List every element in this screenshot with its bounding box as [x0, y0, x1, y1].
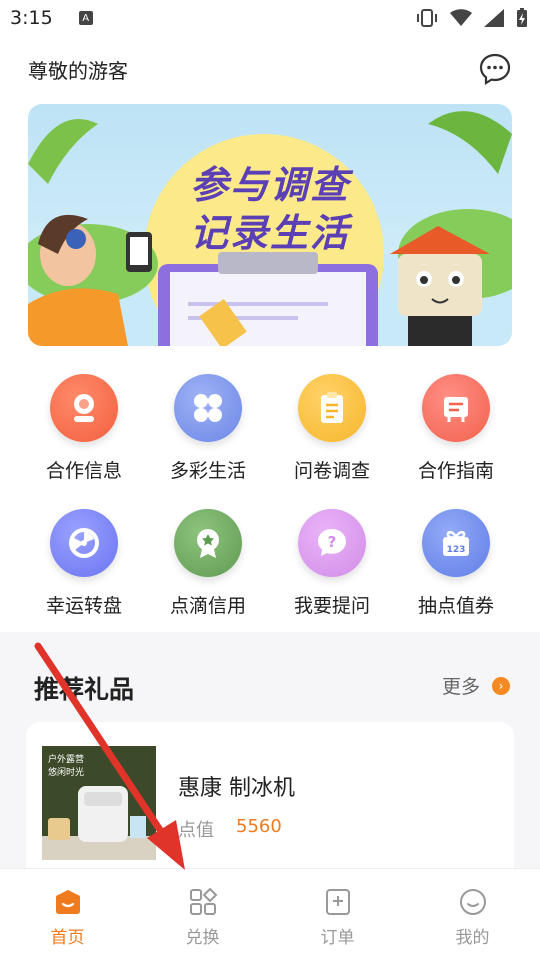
feature-grid-section: 合作信息 多彩生活 问卷调查 合作指南 幸运转盘 点滴信用 ? 我要提问 123… [0, 360, 540, 632]
product-image-caption-2: 悠闲时光 [48, 768, 85, 778]
feature-label: 点滴信用 [169, 595, 246, 617]
feature-lucky-wheel[interactable]: 幸运转盘 [22, 509, 146, 618]
status-time: 3:15 [10, 7, 53, 29]
feature-credit[interactable]: 点滴信用 [146, 509, 270, 618]
feature-label: 合作指南 [417, 460, 494, 482]
feature-label: 问卷调查 [293, 460, 370, 482]
tab-label: 订单 [320, 928, 355, 948]
vibrate-icon [417, 9, 437, 27]
order-icon [325, 889, 350, 915]
banner-title-line2: 记录生活 [189, 211, 350, 255]
question-icon: ? [298, 509, 366, 577]
smile-user-icon [459, 889, 486, 915]
gift-coupon-icon: 123 [422, 509, 490, 577]
survey-banner[interactable]: 参与调查 记录生活 [28, 104, 512, 346]
guide-icon [422, 374, 490, 442]
points-label: 点值 [178, 820, 214, 841]
more-link[interactable]: 更多 › [442, 672, 510, 699]
tab-mine[interactable]: 我的 [405, 869, 540, 960]
status-bar: 3:15 A [0, 0, 540, 36]
tab-orders[interactable]: 订单 [270, 869, 405, 960]
tab-label: 我的 [455, 928, 490, 948]
feature-label: 幸运转盘 [45, 595, 122, 617]
product-card[interactable]: 户外露营 悠闲时光 惠康 制冰机 点值 5560 [26, 722, 514, 882]
feature-cooperation-guide[interactable]: 合作指南 [394, 374, 518, 483]
award-icon [174, 509, 242, 577]
bottom-tab-bar: 首页 兑换 订单 我的 [0, 868, 540, 960]
exchange-icon [189, 887, 217, 915]
banner-section: 参与调查 记录生活 [0, 102, 540, 360]
greeting-text: 尊敬的游客 [28, 58, 128, 83]
feature-label: 抽点值券 [417, 595, 494, 617]
recommend-section: 推荐礼品 更多 › 户外露营 悠闲时光 惠康 制冰机 点值 5560 [0, 632, 540, 882]
wifi-icon [450, 9, 472, 26]
banner-title-line1: 参与调查 [189, 163, 350, 207]
grid-flower-icon [174, 374, 242, 442]
svg-text:?: ? [328, 533, 337, 551]
svg-text:123: 123 [447, 545, 466, 555]
recommend-title: 推荐礼品 [34, 675, 135, 704]
signal-icon [484, 9, 504, 27]
feature-draw-coupon[interactable]: 123 抽点值券 [394, 509, 518, 618]
feature-cooperation-info[interactable]: 合作信息 [22, 374, 146, 483]
feature-ask-question[interactable]: ? 我要提问 [270, 509, 394, 618]
feature-label: 多彩生活 [169, 460, 246, 482]
home-icon [55, 890, 80, 914]
clipboard-icon [298, 374, 366, 442]
points-value: 5560 [236, 816, 282, 837]
product-name: 惠康 制冰机 [178, 776, 295, 801]
product-image: 户外露营 悠闲时光 [42, 746, 156, 860]
tab-label: 兑换 [185, 928, 220, 948]
wheel-icon [50, 509, 118, 577]
feature-questionnaire[interactable]: 问卷调查 [270, 374, 394, 483]
message-icon[interactable] [478, 52, 512, 86]
tab-home[interactable]: 首页 [0, 869, 135, 960]
feature-label: 我要提问 [293, 595, 370, 617]
product-image-caption-1: 户外露营 [48, 755, 85, 765]
battery-icon [517, 8, 527, 27]
tab-exchange[interactable]: 兑换 [135, 869, 270, 960]
chevron-right-icon: › [492, 676, 510, 695]
tab-label: 首页 [50, 928, 85, 948]
profile-icon [50, 374, 118, 442]
more-label: 更多 [441, 676, 480, 698]
feature-label: 合作信息 [45, 460, 122, 482]
header: 尊敬的游客 [0, 36, 540, 102]
feature-grid: 合作信息 多彩生活 问卷调查 合作指南 幸运转盘 点滴信用 ? 我要提问 123… [22, 374, 518, 618]
feature-colorful-life[interactable]: 多彩生活 [146, 374, 270, 483]
notification-a-icon: A [78, 11, 93, 25]
